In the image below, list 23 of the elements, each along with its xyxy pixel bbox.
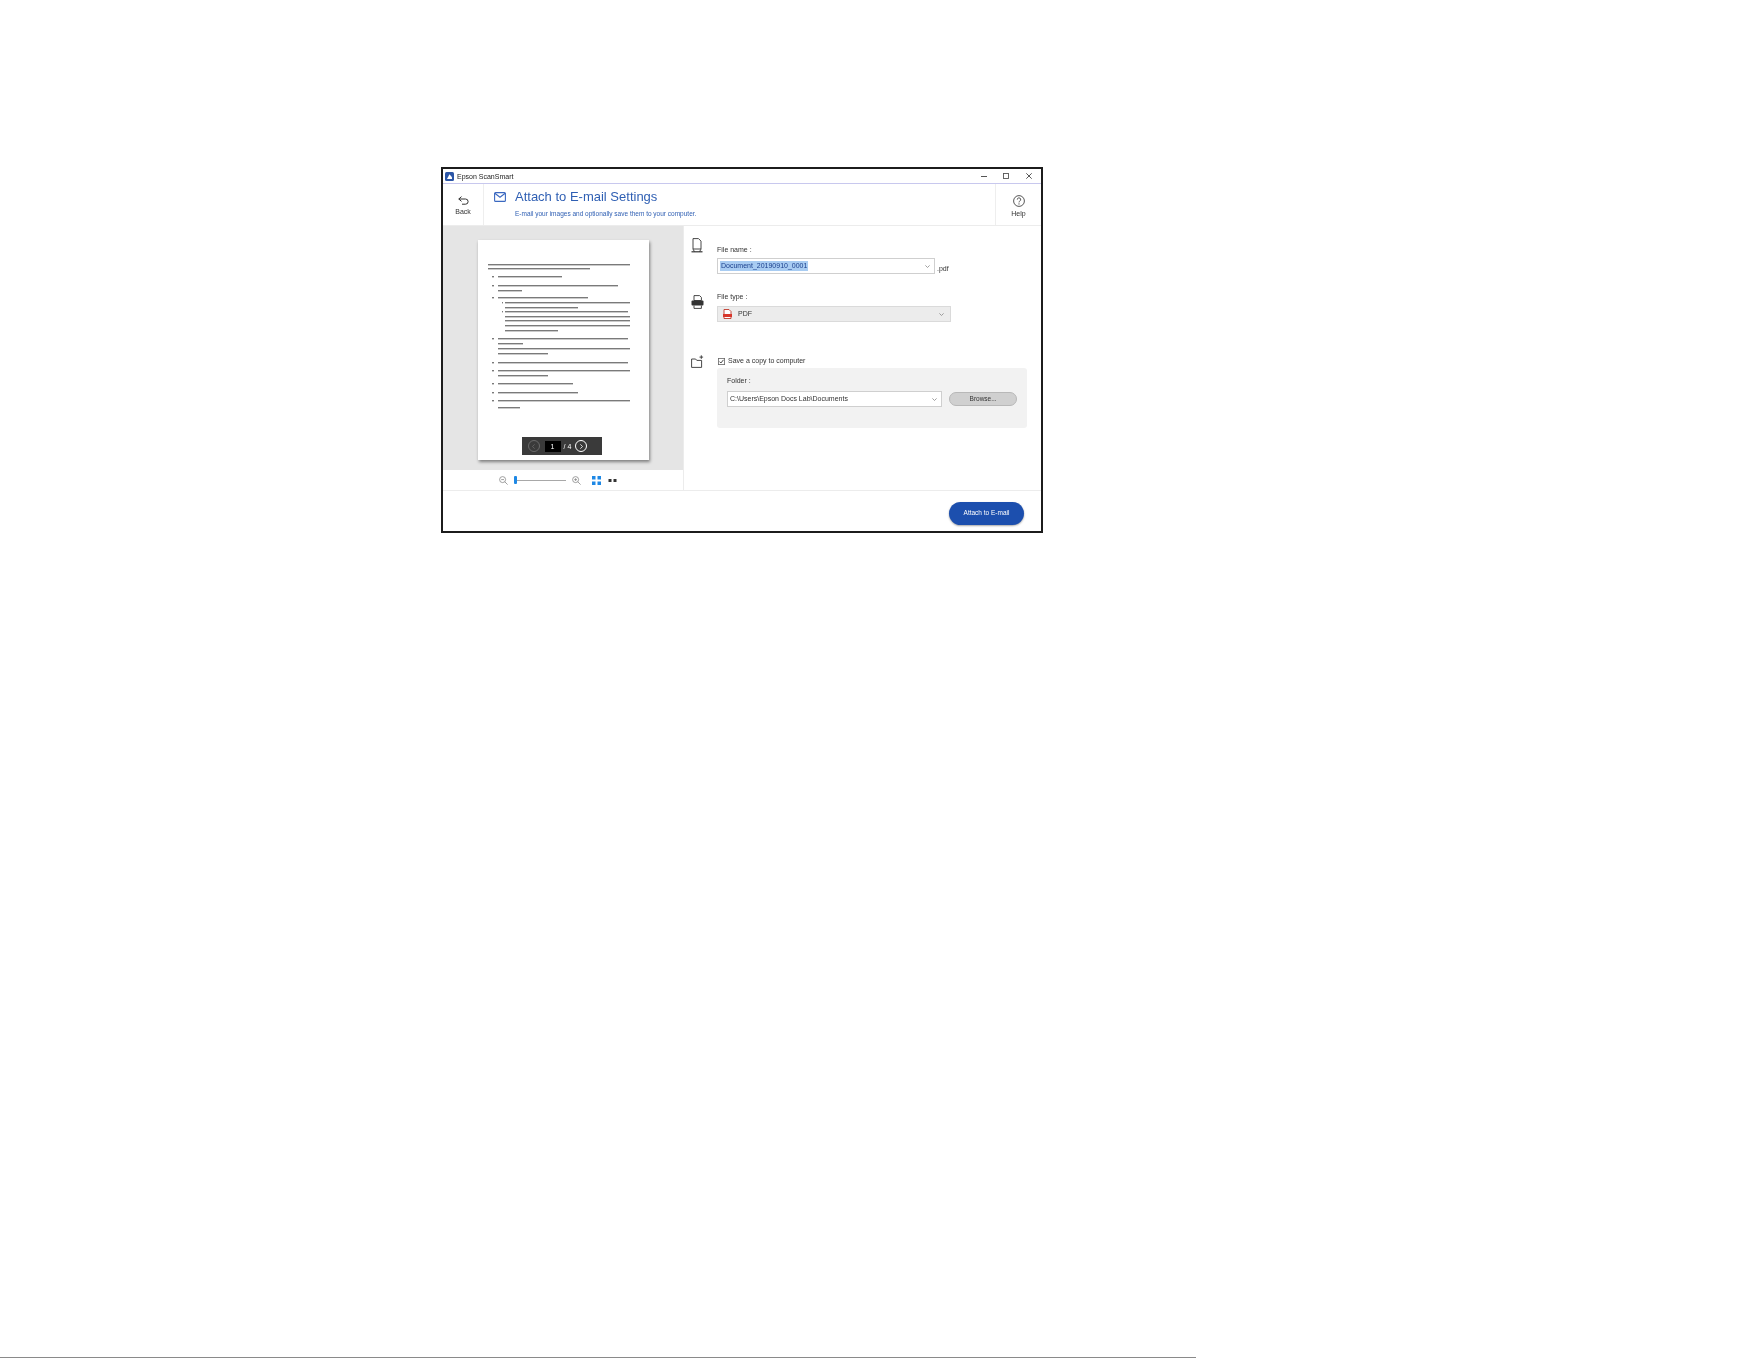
- caret-icon: [932, 397, 938, 401]
- back-arrow-icon: [457, 195, 469, 205]
- close-icon: [1026, 173, 1032, 179]
- zoom-out-icon[interactable]: [499, 475, 508, 485]
- zoom-in-icon[interactable]: [572, 475, 581, 485]
- caret-icon: [925, 264, 930, 268]
- help-icon: [1012, 194, 1025, 207]
- envelope-icon: [494, 192, 506, 202]
- minimize-icon: [981, 175, 987, 177]
- printer-icon: [691, 295, 704, 309]
- app-icon: [445, 171, 454, 181]
- chevron-right-icon: [579, 443, 583, 449]
- document-outline-icon: [691, 238, 703, 253]
- pdf-file-icon: [723, 309, 732, 319]
- folder-plus-icon: [691, 355, 704, 368]
- page-title: Attach to E-mail Settings: [515, 189, 658, 205]
- save-copy-checkbox[interactable]: [718, 357, 725, 365]
- dots-icon[interactable]: [608, 478, 617, 482]
- maximize-icon: [1003, 173, 1009, 179]
- zoom-slider-thumb[interactable]: [514, 476, 517, 484]
- zoom-slider[interactable]: [514, 476, 566, 484]
- fit-page-icon[interactable]: [592, 475, 601, 485]
- caret-icon: [939, 312, 944, 316]
